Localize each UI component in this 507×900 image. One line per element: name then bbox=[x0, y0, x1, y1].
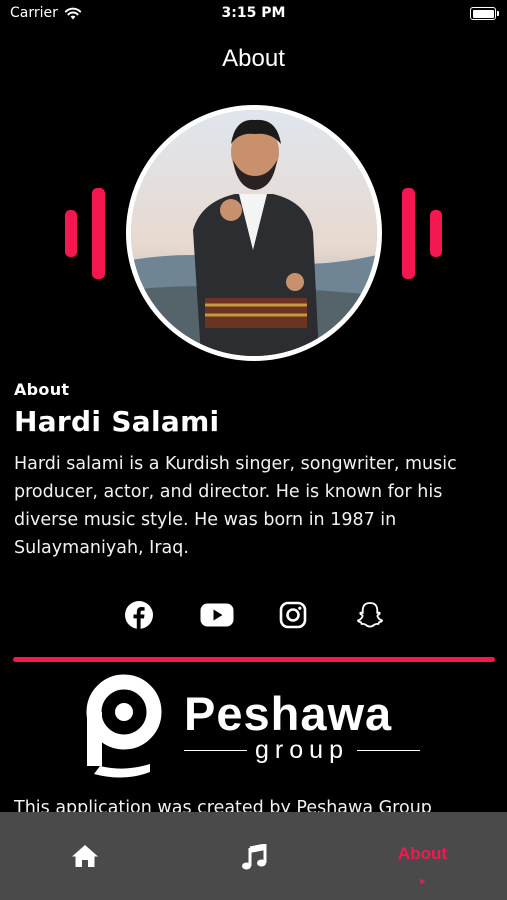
sound-bar-left-outer bbox=[65, 210, 77, 257]
artist-portrait-image bbox=[131, 110, 377, 356]
artist-photo bbox=[126, 105, 382, 361]
facebook-icon[interactable] bbox=[122, 598, 156, 632]
artist-hero bbox=[0, 105, 507, 361]
tab-music[interactable] bbox=[169, 812, 338, 900]
peshawa-logo-mark bbox=[86, 674, 162, 778]
sound-bar-left-inner bbox=[92, 188, 105, 279]
sound-bar-right-inner bbox=[402, 188, 415, 279]
peshawa-group-logo: Peshawa group bbox=[84, 672, 424, 784]
artist-name: Hardi Salami bbox=[14, 405, 220, 438]
tab-home[interactable] bbox=[0, 812, 169, 900]
logo-line-right bbox=[356, 750, 421, 751]
logo-subtitle: group bbox=[184, 736, 421, 764]
logo-subtitle-text: group bbox=[255, 736, 349, 764]
music-note-icon bbox=[241, 844, 266, 870]
logo-wordmark: Peshawa bbox=[184, 687, 393, 740]
home-icon bbox=[71, 845, 98, 867]
accent-divider bbox=[13, 657, 495, 662]
snapchat-icon[interactable] bbox=[353, 598, 387, 632]
status-bar: Carrier 3:15 PM bbox=[0, 0, 507, 30]
page-title: About bbox=[222, 45, 285, 72]
instagram-icon[interactable] bbox=[276, 598, 310, 632]
sound-bar-right-outer bbox=[430, 210, 442, 257]
youtube-icon[interactable] bbox=[200, 598, 234, 632]
status-time: 3:15 PM bbox=[221, 5, 286, 21]
social-links bbox=[0, 598, 507, 634]
tab-about-label: About bbox=[397, 844, 448, 863]
tab-about[interactable]: About bbox=[338, 812, 507, 900]
artist-bio: Hardi salami is a Kurdish singer, songwr… bbox=[14, 454, 457, 558]
about-section: About Hardi Salami Hardi salami is a Kur… bbox=[14, 380, 494, 562]
logo-line-left bbox=[184, 750, 248, 751]
battery-icon bbox=[470, 7, 499, 20]
section-label: About bbox=[14, 380, 70, 399]
active-tab-indicator bbox=[420, 878, 425, 885]
tab-bar: About bbox=[0, 812, 507, 900]
